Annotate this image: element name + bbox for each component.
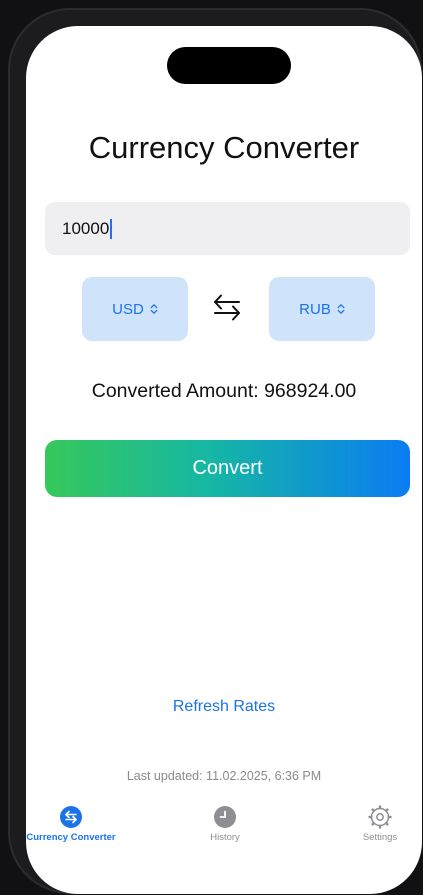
tab-bar: Currency Converter History Settings (26, 798, 422, 858)
from-currency-label: USD (112, 300, 144, 318)
tab-currency-converter[interactable]: Currency Converter (26, 805, 126, 843)
tab-label: Currency Converter (26, 832, 116, 843)
last-updated-status: Last updated: 11.02.2025, 6:36 PM (126, 769, 322, 783)
converted-amount: Converted Amount: 968924.00 (91, 380, 357, 402)
gear-icon (368, 805, 392, 829)
refresh-rates-button[interactable]: Refresh Rates (26, 698, 422, 716)
tab-history[interactable]: History (170, 805, 280, 843)
tab-settings[interactable]: Settings (325, 805, 422, 843)
text-caret (110, 218, 113, 239)
swap-currencies-icon[interactable] (212, 290, 242, 324)
page-title: Currency Converter (88, 130, 360, 165)
convert-button-label: Convert (192, 457, 263, 479)
phone-frame: Currency Converter 10000 USD RUB Convert… (8, 8, 422, 894)
chevron-up-down-icon (150, 304, 158, 314)
amount-input[interactable]: 10000 (45, 202, 410, 255)
tab-label: History (210, 832, 240, 843)
tab-label: Settings (362, 832, 398, 843)
clock-icon (214, 806, 236, 828)
convert-button[interactable]: Convert (45, 440, 410, 497)
from-currency-picker[interactable]: USD (82, 277, 188, 341)
amount-input-value: 10000 (62, 218, 110, 238)
swap-arrows-icon (60, 806, 82, 828)
dynamic-island (167, 47, 291, 84)
to-currency-picker[interactable]: RUB (269, 277, 375, 341)
to-currency-label: RUB (299, 300, 331, 318)
chevron-up-down-icon (337, 304, 345, 314)
app-screen: Currency Converter 10000 USD RUB Convert… (26, 26, 422, 894)
